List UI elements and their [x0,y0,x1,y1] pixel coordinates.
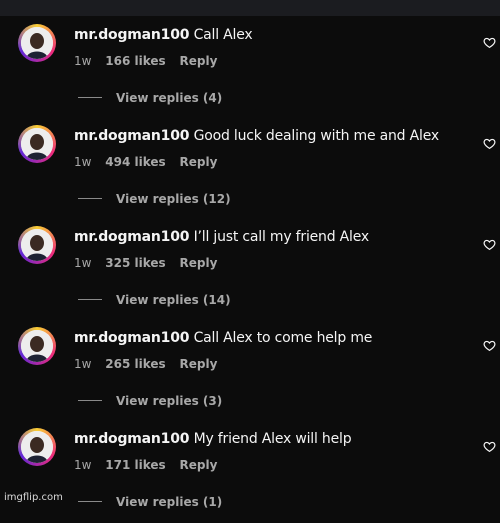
comment-meta: 1w 494 likes Reply [74,155,227,169]
comment-line: mr.dogman100 My friend Alex will help [74,431,352,447]
comment-text: Good luck dealing with me and Alex [193,128,440,144]
comment-meta: 1w 265 likes Reply [74,357,227,371]
comment-line: mr.dogman100 Call Alex to come help me [74,330,372,346]
reply-button[interactable]: Reply [180,155,218,169]
view-replies-label: View replies (14) [116,293,231,307]
likes-count[interactable]: 166 likes [105,54,165,68]
replies-divider [78,299,102,300]
avatar-image [21,431,53,463]
comment-time: 1w [74,357,92,371]
heart-icon[interactable] [483,137,496,150]
comment-item: mr.dogman100 My friend Alex will help 1w… [0,422,500,523]
likes-count[interactable]: 171 likes [105,458,165,472]
username[interactable]: mr.dogman100 [74,431,190,447]
comment-text: Call Alex to come help me [193,330,373,346]
top-bar [0,0,500,16]
comment-line: mr.dogman100 Call Alex [74,27,253,43]
reply-button[interactable]: Reply [180,54,218,68]
watermark: imgflip.com [4,492,63,503]
avatar-image [21,330,53,362]
comment-item: mr.dogman100 Call Alex to come help me 1… [0,321,500,422]
likes-count[interactable]: 494 likes [105,155,165,169]
comment-time: 1w [74,256,92,270]
reply-button[interactable]: Reply [180,256,218,270]
comment-text: My friend Alex will help [193,431,352,447]
replies-divider [78,198,102,199]
view-replies-label: View replies (12) [116,192,231,206]
comment-meta: 1w 325 likes Reply [74,256,227,270]
reply-button[interactable]: Reply [180,357,218,371]
heart-icon[interactable] [483,238,496,251]
reply-button[interactable]: Reply [180,458,218,472]
likes-count[interactable]: 325 likes [105,256,165,270]
view-replies-button[interactable]: View replies (14) [78,293,231,307]
avatar[interactable] [18,226,56,264]
view-replies-label: View replies (3) [116,394,223,408]
comment-meta: 1w 171 likes Reply [74,458,227,472]
comment-line: mr.dogman100 Good luck dealing with me a… [74,128,439,144]
comment-text: Call Alex [193,27,253,43]
comment-text: I’ll just call my friend Alex [193,229,370,245]
username[interactable]: mr.dogman100 [74,330,190,346]
username[interactable]: mr.dogman100 [74,229,190,245]
comment-item: mr.dogman100 I’ll just call my friend Al… [0,220,500,321]
avatar[interactable] [18,327,56,365]
avatar-image [21,128,53,160]
view-replies-button[interactable]: View replies (4) [78,91,222,105]
heart-icon[interactable] [483,339,496,352]
comment-time: 1w [74,54,92,68]
view-replies-button[interactable]: View replies (3) [78,394,222,408]
username[interactable]: mr.dogman100 [74,128,190,144]
comment-time: 1w [74,155,92,169]
avatar-image [21,27,53,59]
heart-icon[interactable] [483,36,496,49]
avatar[interactable] [18,428,56,466]
avatar[interactable] [18,125,56,163]
replies-divider [78,97,102,98]
likes-count[interactable]: 265 likes [105,357,165,371]
heart-icon[interactable] [483,440,496,453]
comment-item: mr.dogman100 Good luck dealing with me a… [0,119,500,220]
comment-line: mr.dogman100 I’ll just call my friend Al… [74,229,369,245]
comment-meta: 1w 166 likes Reply [74,54,227,68]
view-replies-button[interactable]: View replies (12) [78,192,231,206]
avatar[interactable] [18,24,56,62]
comment-item: mr.dogman100 Call Alex 1w 166 likes Repl… [0,18,500,119]
comment-time: 1w [74,458,92,472]
view-replies-label: View replies (4) [116,91,223,105]
replies-divider [78,501,102,502]
avatar-image [21,229,53,261]
username[interactable]: mr.dogman100 [74,27,190,43]
replies-divider [78,400,102,401]
